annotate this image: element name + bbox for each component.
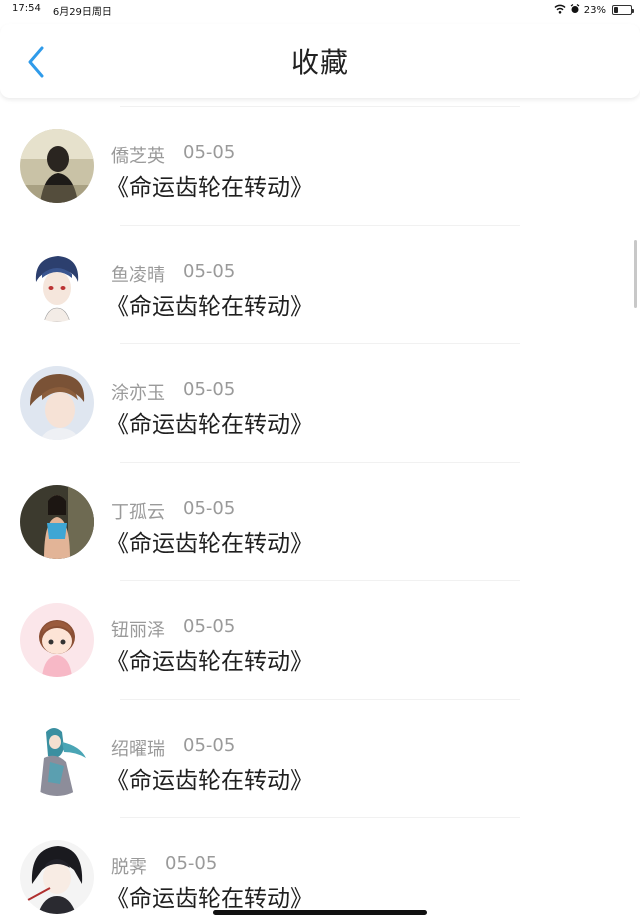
item-meta: 丁孤云 05-05	[111, 498, 235, 524]
list-item[interactable]: 脱霁 05-05 《命运齿轮在转动》	[0, 817, 640, 921]
item-date: 05-05	[183, 142, 236, 163]
battery-text: 23%	[583, 4, 606, 16]
avatar[interactable]	[20, 247, 94, 322]
item-title: 《命运齿轮在转动》	[106, 886, 313, 912]
item-date: 05-05	[165, 853, 218, 874]
alarm-icon	[570, 3, 580, 17]
item-meta: 僑芝英 05-05	[111, 142, 235, 168]
page-title: 收藏	[290, 46, 349, 79]
battery-icon	[612, 5, 634, 15]
item-meta: 绍曜瑞 05-05	[111, 735, 235, 761]
divider	[120, 106, 520, 107]
divider	[120, 817, 520, 818]
item-author: 鱼凌晴	[111, 264, 165, 286]
item-meta: 钮丽泽 05-05	[111, 616, 235, 642]
item-author: 脱霁	[111, 857, 147, 878]
list-item[interactable]: 涂亦玉 05-05 《命运齿轮在转动》	[0, 343, 640, 462]
item-title: 《命运齿轮在转动》	[106, 530, 313, 557]
chevron-left-icon	[28, 46, 44, 78]
divider	[120, 461, 520, 463]
navigation-bar: 收藏	[0, 24, 640, 98]
item-date: 05-05	[183, 497, 236, 519]
avatar[interactable]	[20, 721, 94, 796]
item-author: 绍曜瑞	[111, 738, 165, 760]
divider	[120, 698, 520, 700]
favorites-screen: 17:54 6月29日周日 23% 收藏 僑芝英 05-05 《命运齿轮在转动》…	[0, 0, 640, 921]
avatar[interactable]	[20, 484, 94, 559]
item-date: 05-05	[183, 734, 236, 756]
home-indicator[interactable]	[213, 910, 427, 915]
item-author: 丁孤云	[111, 501, 165, 523]
list-item[interactable]: 丁孤云 05-05 《命运齿轮在转动》	[0, 461, 640, 581]
item-title: 《命运齿轮在转动》	[106, 293, 313, 320]
status-time: 17:54	[12, 2, 41, 14]
item-meta: 鱼凌晴 05-05	[111, 261, 235, 287]
item-date: 05-05	[183, 616, 236, 637]
item-date: 05-05	[183, 379, 236, 400]
avatar[interactable]	[20, 840, 94, 914]
divider	[120, 580, 520, 581]
item-title: 《命运齿轮在转动》	[106, 649, 313, 675]
item-title: 《命运齿轮在转动》	[106, 767, 313, 794]
back-button[interactable]	[22, 44, 50, 80]
list-item[interactable]: 僑芝英 05-05 《命运齿轮在转动》	[0, 106, 640, 225]
favorites-list: 僑芝英 05-05 《命运齿轮在转动》 鱼凌晴 05-05 《命运齿轮在转动》 …	[0, 106, 640, 921]
item-title: 《命运齿轮在转动》	[106, 175, 313, 201]
status-date: 6月29日周日	[52, 6, 112, 18]
list-item[interactable]: 钮丽泽 05-05 《命运齿轮在转动》	[0, 580, 640, 699]
list-item[interactable]: 绍曜瑞 05-05 《命运齿轮在转动》	[0, 698, 640, 818]
divider	[120, 224, 520, 226]
wifi-icon	[554, 4, 566, 17]
status-bar: 17:54 6月29日周日 23%	[0, 0, 640, 20]
item-date: 05-05	[183, 260, 236, 282]
avatar[interactable]	[20, 129, 94, 203]
item-author: 僑芝英	[111, 146, 165, 167]
item-title: 《命运齿轮在转动》	[106, 412, 313, 438]
list-item[interactable]: 鱼凌晴 05-05 《命运齿轮在转动》	[0, 224, 640, 344]
item-meta: 涂亦玉 05-05	[111, 379, 235, 405]
battery-level	[614, 7, 618, 13]
divider	[120, 343, 520, 344]
scrollbar[interactable]	[634, 240, 637, 308]
avatar[interactable]	[20, 366, 94, 440]
item-meta: 脱霁 05-05	[111, 853, 217, 879]
item-author: 钮丽泽	[111, 620, 165, 641]
item-author: 涂亦玉	[111, 383, 165, 404]
avatar[interactable]	[20, 603, 94, 677]
